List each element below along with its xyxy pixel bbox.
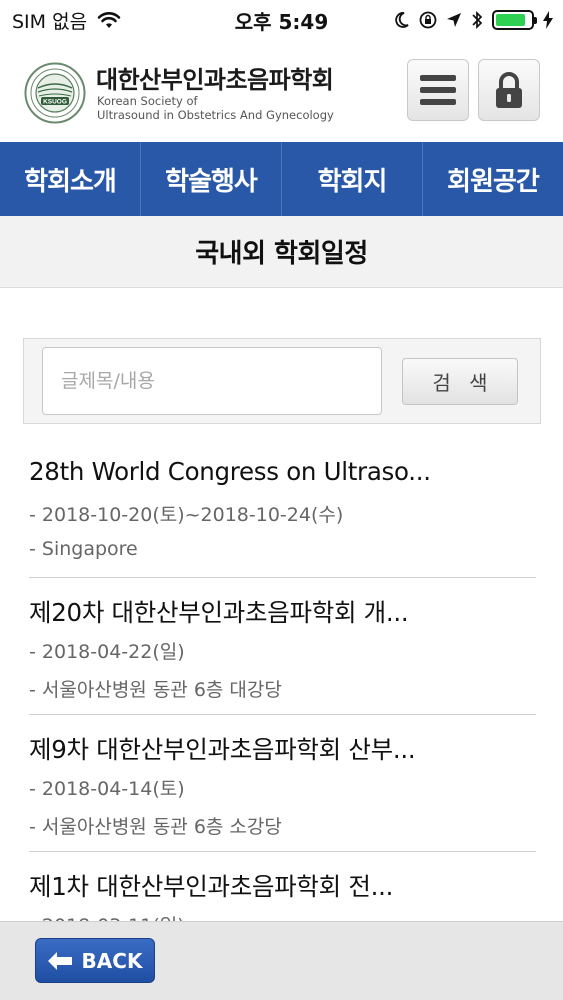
event-date: - 2018-04-14(토) (29, 778, 185, 800)
nav-item-members[interactable]: 회원공간 (423, 142, 563, 216)
wifi-icon (97, 12, 121, 28)
status-right (394, 10, 553, 30)
event-item[interactable]: 28th World Congress on Ultraso... - 2018… (29, 441, 536, 578)
org-name-english: Korean Society of Ultrasound in Obstetri… (97, 94, 334, 122)
page-title: 국내외 학회일정 (195, 239, 368, 269)
event-date: - 2018-03-11(일) (29, 911, 536, 921)
nav-item-events[interactable]: 학술행사 (141, 142, 282, 216)
nav-item-about[interactable]: 학회소개 (0, 142, 141, 216)
event-place: - 서울아산병원 동관 6층 대강당 (29, 679, 282, 701)
event-place: - 서울아산병원 동관 6층 소강당 (29, 816, 282, 838)
search-box: 검 색 (23, 338, 541, 424)
status-bar: SIM 없음 오후 5:49 (0, 0, 563, 40)
back-button[interactable]: BACK (35, 938, 155, 983)
battery-fill (496, 14, 525, 26)
battery-icon (492, 10, 537, 30)
org-name-english-line2: Ultrasound in Obstetrics And Gynecology (97, 108, 334, 122)
event-date: - 2018-10-20(토)~2018-10-24(수) (29, 504, 344, 526)
back-label: BACK (81, 948, 143, 973)
moon-icon (395, 12, 409, 28)
arrow-left-icon (47, 951, 72, 970)
hamburger-icon (420, 75, 456, 105)
status-time: 오후 5:49 (234, 9, 329, 34)
charging-bolt-icon (543, 11, 553, 29)
site-header: KSUOG 대한산부인과초음파학회 Korean Society of Ultr… (0, 40, 563, 142)
rotation-lock-icon (419, 11, 437, 29)
location-icon (447, 13, 461, 27)
main-nav: 학회소개 학술행사 학회지 회원공간 (0, 142, 563, 216)
event-list: 28th World Congress on Ultraso... - 2018… (29, 441, 536, 921)
org-name-korean[interactable]: 대한산부인과초음파학회 (96, 60, 334, 95)
event-item[interactable]: 제1차 대한산부인과초음파학회 전... - 2018-03-11(일) (29, 852, 536, 921)
page-title-bar: 국내외 학회일정 (0, 216, 563, 288)
event-date: - 2018-04-22(일) (29, 641, 185, 663)
logo-text: KSUOG (43, 99, 67, 106)
event-place: - Singapore (29, 538, 138, 560)
menu-button[interactable] (407, 59, 469, 121)
login-button[interactable] (478, 59, 540, 121)
org-name-english-line1: Korean Society of (97, 94, 198, 108)
search-input[interactable] (42, 347, 382, 415)
bottom-bar: BACK (0, 921, 563, 1000)
carrier-label: SIM 없음 (12, 10, 88, 33)
lock-icon (496, 72, 522, 108)
event-title[interactable]: 제20차 대한산부인과초음파학회 개... (29, 594, 536, 628)
event-title[interactable]: 28th World Congress on Ultraso... (29, 457, 536, 491)
bluetooth-icon (472, 10, 483, 30)
event-item[interactable]: 제9차 대한산부인과초음파학회 산부... - 2018-04-14(토) - … (29, 715, 536, 852)
status-left: SIM 없음 (12, 7, 121, 34)
search-button[interactable]: 검 색 (402, 358, 518, 405)
event-title[interactable]: 제9차 대한산부인과초음파학회 산부... (29, 731, 536, 765)
nav-item-journal[interactable]: 학회지 (282, 142, 423, 216)
society-logo[interactable]: KSUOG (24, 62, 86, 124)
event-title[interactable]: 제1차 대한산부인과초음파학회 전... (29, 868, 536, 902)
event-item[interactable]: 제20차 대한산부인과초음파학회 개... - 2018-04-22(일) - … (29, 578, 536, 715)
